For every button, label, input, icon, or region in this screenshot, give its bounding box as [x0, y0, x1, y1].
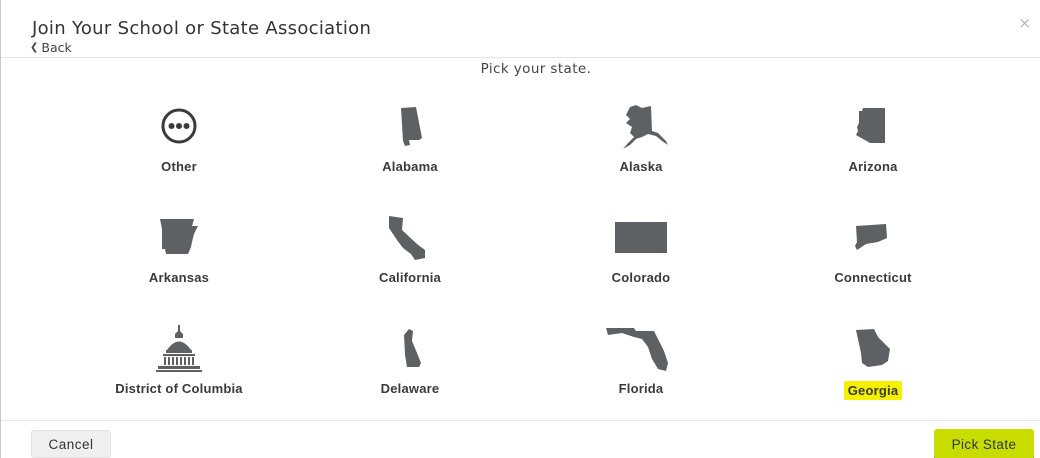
state-option-arkansas[interactable]: Arkansas: [69, 214, 289, 286]
connecticut-map-icon: [828, 214, 918, 264]
state-label: Delaware: [380, 381, 440, 396]
state-label: Alabama: [382, 159, 438, 174]
state-label: District of Columbia: [115, 381, 243, 396]
state-label: Florida: [618, 381, 664, 396]
state-label: Georgia: [843, 381, 903, 400]
state-option-arizona[interactable]: Arizona: [763, 103, 983, 175]
dialog-footer: Cancel Pick State: [1, 420, 1040, 458]
pick-state-button[interactable]: Pick State: [934, 429, 1034, 458]
arizona-map-icon: [828, 103, 918, 153]
state-option-district-of-columbia[interactable]: District of Columbia: [69, 325, 289, 397]
florida-map-icon: [596, 325, 686, 375]
state-option-other[interactable]: Other: [69, 103, 289, 175]
state-option-colorado[interactable]: Colorado: [531, 214, 751, 286]
state-option-alaska[interactable]: Alaska: [531, 103, 751, 175]
state-option-california[interactable]: California: [300, 214, 520, 286]
capitol-building-icon: [134, 325, 224, 375]
california-map-icon: [365, 214, 455, 264]
state-label: Connecticut: [834, 270, 912, 285]
state-label: Arizona: [848, 159, 898, 174]
state-option-delaware[interactable]: Delaware: [300, 325, 520, 397]
alaska-map-icon: [596, 103, 686, 153]
state-label: California: [379, 270, 441, 285]
arkansas-map-icon: [134, 214, 224, 264]
more-options-icon: [134, 103, 224, 153]
state-option-alabama[interactable]: Alabama: [300, 103, 520, 175]
delaware-map-icon: [365, 325, 455, 375]
join-association-dialog: Join Your School or State Association ❮ …: [0, 0, 1040, 458]
state-label: Colorado: [611, 270, 671, 285]
state-label: Alaska: [619, 159, 663, 174]
state-grid: Other Alabama Alaska Arizona Arkansas Ca…: [1, 0, 1040, 420]
georgia-map-icon: [828, 325, 918, 375]
state-option-georgia[interactable]: Georgia: [763, 325, 983, 400]
colorado-map-icon: [596, 214, 686, 264]
state-option-connecticut[interactable]: Connecticut: [763, 214, 983, 286]
alabama-map-icon: [365, 103, 455, 153]
state-option-florida[interactable]: Florida: [531, 325, 751, 397]
cancel-button[interactable]: Cancel: [31, 430, 111, 458]
state-label: Arkansas: [148, 270, 210, 285]
state-label: Other: [161, 159, 197, 174]
